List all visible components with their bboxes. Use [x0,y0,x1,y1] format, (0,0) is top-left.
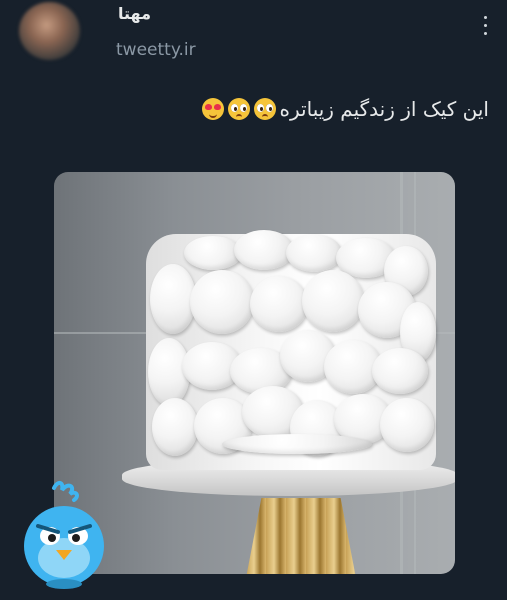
tweet-body: این کیک از زندگیم زیباتره [279,97,489,121]
tweet-text: این کیک از زندگیم زیباتره [201,97,489,121]
avatar[interactable] [19,2,80,60]
pleading-face-emoji [227,98,250,120]
author-handle[interactable]: tweetty.ir [116,40,196,60]
pleading-face-emoji [253,98,276,120]
tweet-media-image[interactable] [54,172,455,574]
author-name[interactable]: مهتا [118,4,151,23]
more-vertical-icon[interactable] [479,16,491,35]
tweetty-bird-mascot-icon [24,481,104,589]
heart-eyes-emoji [201,98,224,120]
cake-stand-stem [246,498,356,574]
